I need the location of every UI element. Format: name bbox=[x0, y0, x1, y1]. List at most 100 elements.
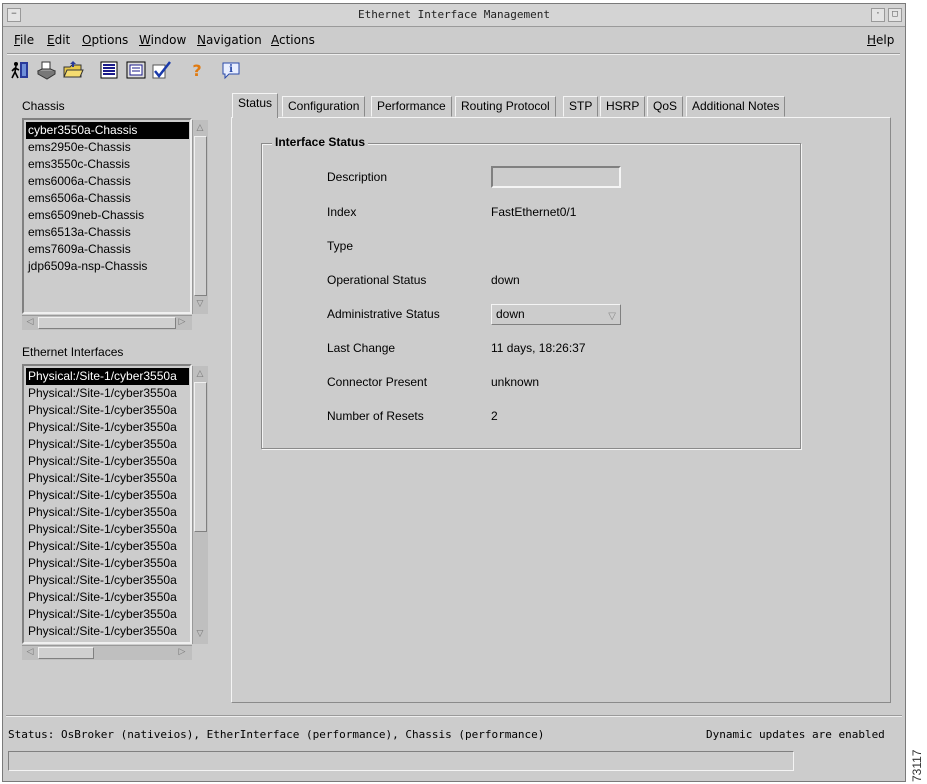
tab-performance[interactable]: Performance bbox=[371, 96, 452, 117]
scroll-right-icon[interactable]: ▷ bbox=[176, 646, 188, 658]
interfaces-list[interactable]: Physical:/Site-1/cyber3550a Physical:/Sit… bbox=[22, 364, 192, 644]
figure-id: 73117 bbox=[910, 749, 924, 782]
number-of-resets-value: 2 bbox=[491, 409, 498, 423]
connector-present-label: Connector Present bbox=[327, 375, 428, 389]
menu-actions[interactable]: Actions bbox=[271, 33, 315, 47]
interface-list-item[interactable]: Physical:/Site-1/cyber3550a bbox=[26, 555, 189, 572]
description-field[interactable] bbox=[491, 166, 621, 188]
interface-list-item[interactable]: Physical:/Site-1/cyber3550a bbox=[26, 606, 189, 623]
interface-list-item[interactable]: Physical:/Site-1/cyber3550a bbox=[26, 470, 189, 487]
interface-list-item[interactable]: Physical:/Site-1/cyber3550a bbox=[26, 487, 189, 504]
tab-qos[interactable]: QoS bbox=[647, 96, 684, 117]
chassis-list-item[interactable]: jdp6509a-nsp-Chassis bbox=[26, 258, 189, 275]
maximize-icon[interactable]: □ bbox=[888, 8, 902, 22]
scroll-down-icon[interactable]: ▽ bbox=[194, 628, 206, 640]
interfaces-label: Ethernet Interfaces bbox=[22, 345, 124, 359]
tab-routing-protocol[interactable]: Routing Protocol bbox=[455, 96, 556, 117]
menu-options[interactable]: Options bbox=[82, 33, 128, 47]
window-title: Ethernet Interface Management bbox=[357, 8, 551, 21]
chassis-horizontal-scrollbar[interactable]: ◁ ▷ bbox=[22, 315, 192, 330]
scroll-up-icon[interactable]: △ bbox=[194, 368, 206, 380]
menu-edit[interactable]: Edit bbox=[47, 33, 70, 47]
interface-list-item[interactable]: Physical:/Site-1/cyber3550a bbox=[26, 385, 189, 402]
tab-configuration[interactable]: Configuration bbox=[282, 96, 366, 117]
scroll-thumb[interactable] bbox=[38, 317, 176, 329]
interface-list-item[interactable]: Physical:/Site-1/cyber3550a bbox=[26, 589, 189, 606]
exit-icon[interactable] bbox=[8, 58, 32, 82]
scroll-left-icon[interactable]: ◁ bbox=[24, 646, 36, 658]
tab-hsrp[interactable]: HSRP bbox=[600, 96, 646, 117]
last-change-value: 11 days, 18:26:37 bbox=[491, 341, 586, 355]
interface-list-item[interactable]: Physical:/Site-1/cyber3550a bbox=[26, 504, 189, 521]
interfaces-horizontal-scrollbar[interactable]: ◁ ▷ bbox=[22, 645, 192, 660]
status-message-field bbox=[8, 751, 794, 771]
chassis-list-item[interactable]: ems6509neb-Chassis bbox=[26, 207, 189, 224]
interface-status-group bbox=[261, 143, 801, 449]
open-folder-icon[interactable] bbox=[61, 58, 85, 82]
menu-help[interactable]: Help bbox=[867, 33, 894, 47]
scroll-right-icon[interactable]: ▷ bbox=[176, 316, 188, 328]
minimize-icon[interactable]: · bbox=[871, 8, 885, 22]
chassis-list[interactable]: cyber3550a-Chassis ems2950e-Chassis ems355… bbox=[22, 118, 192, 314]
index-value: FastEthernet0/1 bbox=[491, 205, 577, 219]
interface-status-title: Interface Status bbox=[272, 135, 369, 149]
interface-list-item[interactable]: Physical:/Site-1/cyber3550a bbox=[26, 521, 189, 538]
dropdown-arrow-icon[interactable]: ▽ bbox=[608, 307, 616, 326]
info-icon[interactable]: i bbox=[219, 58, 243, 82]
tab-additional-notes[interactable]: Additional Notes bbox=[686, 96, 786, 117]
number-of-resets-label: Number of Resets bbox=[327, 409, 424, 423]
chassis-list-item[interactable]: ems7609a-Chassis bbox=[26, 241, 189, 258]
tab-status[interactable]: Status bbox=[232, 93, 279, 118]
interface-list-item[interactable]: Physical:/Site-1/cyber3550a bbox=[26, 572, 189, 589]
interface-list-item[interactable]: Physical:/Site-1/cyber3550a bbox=[26, 538, 189, 555]
scroll-up-icon[interactable]: △ bbox=[194, 122, 206, 134]
interface-list-item[interactable]: Physical:/Site-1/cyber3550a bbox=[26, 623, 189, 640]
menu-bar: File Edit Options Window Navigation Acti… bbox=[3, 27, 905, 53]
svg-text:i: i bbox=[229, 64, 233, 75]
list-icon[interactable] bbox=[97, 58, 121, 82]
menu-file[interactable]: File bbox=[14, 33, 34, 47]
interface-list-item[interactable]: Physical:/Site-1/cyber3550a bbox=[26, 436, 189, 453]
scroll-down-icon[interactable]: ▽ bbox=[194, 298, 206, 310]
interface-list-item[interactable]: Physical:/Site-1/cyber3550a bbox=[26, 402, 189, 419]
status-text: Status: OsBroker (nativeios), EtherInter… bbox=[8, 728, 545, 741]
administrative-status-value: down bbox=[496, 307, 525, 321]
details-icon[interactable] bbox=[124, 58, 148, 82]
description-label: Description bbox=[327, 170, 388, 184]
chassis-list-item[interactable]: ems6513a-Chassis bbox=[26, 224, 189, 241]
chassis-list-item[interactable]: cyber3550a-Chassis bbox=[26, 122, 189, 139]
scroll-left-icon[interactable]: ◁ bbox=[24, 316, 36, 328]
svg-text:?: ? bbox=[192, 61, 201, 80]
status-separator bbox=[6, 715, 902, 717]
administrative-status-select[interactable]: down ▽ bbox=[491, 304, 621, 325]
interface-list-item[interactable]: Physical:/Site-1/cyber3550a bbox=[26, 453, 189, 470]
interfaces-vertical-scrollbar[interactable]: △ ▽ bbox=[192, 366, 208, 644]
chassis-label: Chassis bbox=[22, 99, 65, 113]
print-icon[interactable] bbox=[34, 58, 58, 82]
chassis-list-item[interactable]: ems6506a-Chassis bbox=[26, 190, 189, 207]
chassis-list-item[interactable]: ems2950e-Chassis bbox=[26, 139, 189, 156]
connector-present-value: unknown bbox=[491, 375, 540, 389]
title-bar[interactable]: − Ethernet Interface Management · □ bbox=[3, 4, 905, 27]
scroll-thumb[interactable] bbox=[194, 382, 207, 532]
menu-window[interactable]: Window bbox=[139, 33, 186, 47]
tab-stp[interactable]: STP bbox=[563, 96, 599, 117]
chassis-list-item[interactable]: ems3550c-Chassis bbox=[26, 156, 189, 173]
interface-list-item[interactable]: Physical:/Site-1/cyber3550a bbox=[26, 419, 189, 436]
chassis-list-item[interactable]: ems6006a-Chassis bbox=[26, 173, 189, 190]
check-icon[interactable] bbox=[150, 58, 174, 82]
administrative-status-label: Administrative Status bbox=[327, 307, 440, 321]
last-change-label: Last Change bbox=[327, 341, 396, 355]
help-icon[interactable]: ? bbox=[185, 58, 209, 82]
interface-list-item[interactable]: Physical:/Site-1/cyber3550a bbox=[26, 368, 189, 385]
index-label: Index bbox=[327, 205, 357, 219]
toolbar: ? i bbox=[3, 55, 905, 85]
scroll-thumb[interactable] bbox=[194, 136, 207, 296]
chassis-vertical-scrollbar[interactable]: △ ▽ bbox=[192, 120, 208, 314]
scroll-thumb[interactable] bbox=[38, 647, 94, 659]
type-label: Type bbox=[327, 239, 354, 253]
operational-status-label: Operational Status bbox=[327, 273, 427, 287]
dynamic-updates-text: Dynamic updates are enabled bbox=[706, 728, 885, 741]
operational-status-value: down bbox=[491, 273, 520, 287]
menu-navigation[interactable]: Navigation bbox=[197, 33, 262, 47]
